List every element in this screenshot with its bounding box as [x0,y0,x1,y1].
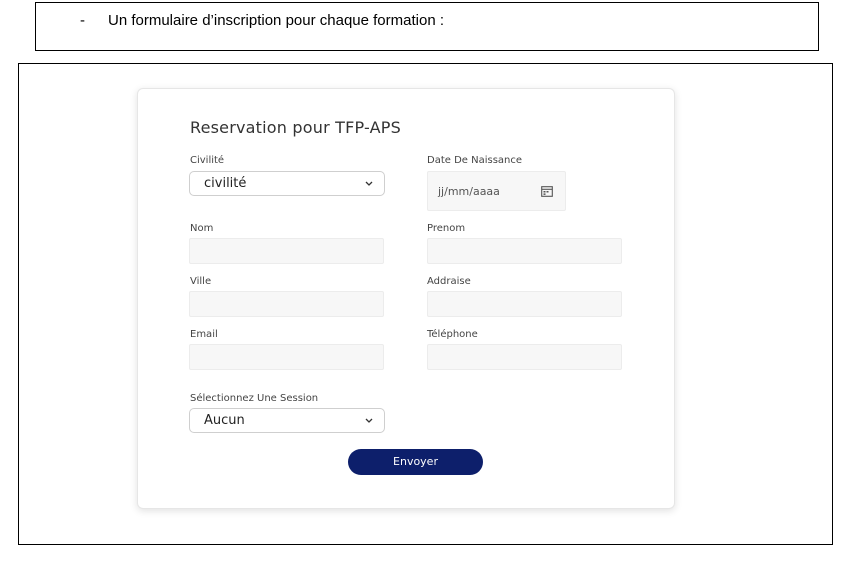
date-naissance-placeholder: jj/mm/aaaa [438,185,500,198]
envoyer-button[interactable]: Envoyer [348,449,483,475]
nom-input[interactable] [189,238,384,264]
email-label: Email [190,329,218,340]
nom-label: Nom [190,223,214,234]
addraise-input[interactable] [427,291,622,317]
prenom-input[interactable] [427,238,622,264]
chevron-down-icon [365,181,373,186]
caption-box: - Un formulaire d’inscription pour chaqu… [35,2,819,51]
civilite-select[interactable]: civilité [189,171,385,196]
calendar-icon[interactable] [541,186,553,197]
session-label: Sélectionnez Une Session [190,393,319,404]
email-input[interactable] [189,344,384,370]
telephone-label: Téléphone [427,329,478,340]
chevron-down-icon [365,418,373,423]
date-naissance-label: Date De Naissance [427,155,523,166]
session-select[interactable]: Aucun [189,408,385,433]
reservation-form: Reservation pour TFP-APS Civilité civili… [137,88,675,509]
date-naissance-input[interactable]: jj/mm/aaaa [427,171,566,211]
form-title: Reservation pour TFP-APS [190,118,402,137]
civilite-select-value: civilité [204,176,247,191]
caption-text: Un formulaire d’inscription pour chaque … [108,12,444,29]
telephone-input[interactable] [427,344,622,370]
addraise-label: Addraise [427,276,471,287]
caption-bullet: - [80,12,85,29]
civilite-label: Civilité [190,155,225,166]
prenom-label: Prenom [427,223,466,234]
session-select-value: Aucun [204,413,245,428]
ville-label: Ville [190,276,212,287]
ville-input[interactable] [189,291,384,317]
